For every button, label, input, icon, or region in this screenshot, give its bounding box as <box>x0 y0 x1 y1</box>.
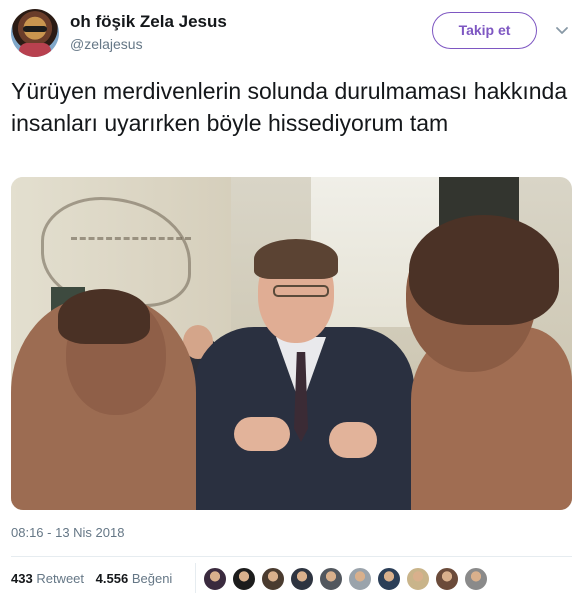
stats-separator <box>195 563 196 593</box>
divider <box>11 556 572 557</box>
photo-man-glasses <box>273 285 329 297</box>
like-stat[interactable]: 4.556 Beğeni <box>96 568 173 590</box>
photo-man-hand-left <box>234 417 290 451</box>
tweet-timestamp[interactable]: 08:16 - 13 Nis 2018 <box>11 525 124 540</box>
liker-avatar[interactable] <box>261 567 285 591</box>
liker-avatar[interactable] <box>406 567 430 591</box>
liker-avatar[interactable] <box>464 567 488 591</box>
avatar-glasses <box>23 26 47 32</box>
photo-man-hair <box>254 239 338 279</box>
photo-caveman-right-hair <box>409 215 559 325</box>
liker-avatar[interactable] <box>348 567 372 591</box>
liker-avatar[interactable] <box>377 567 401 591</box>
tweet-stats: 433 Retweet 4.556 Beğeni <box>11 568 180 590</box>
like-count: 4.556 <box>95 571 129 586</box>
photo-skeleton-spine <box>71 237 191 287</box>
avatar-scarf <box>19 43 51 57</box>
user-handle[interactable]: @zelajesus <box>70 36 143 52</box>
tweet-text: Yürüyen merdivenlerin solunda durulmamas… <box>11 78 568 136</box>
follow-button[interactable]: Takip et <box>432 12 537 49</box>
user-avatar[interactable] <box>11 9 59 57</box>
photo-man-hand-right <box>329 422 377 458</box>
retweet-label: Retweet <box>36 571 85 586</box>
retweet-stat[interactable]: 433 Retweet <box>11 568 84 590</box>
chevron-down-icon[interactable] <box>555 24 569 38</box>
photo-caveman-left-hair <box>58 289 150 344</box>
like-label: Beğeni <box>131 571 173 586</box>
tweet-photo[interactable] <box>11 177 572 510</box>
liker-avatar[interactable] <box>232 567 256 591</box>
retweet-count: 433 <box>11 571 33 586</box>
liker-avatar[interactable] <box>203 567 227 591</box>
tweet-header: oh föşik Zela Jesus @zelajesus Takip et <box>0 0 581 64</box>
liker-avatar[interactable] <box>435 567 459 591</box>
user-display-name[interactable]: oh föşik Zela Jesus <box>70 12 227 32</box>
liker-avatar[interactable] <box>319 567 343 591</box>
liker-avatar[interactable] <box>290 567 314 591</box>
